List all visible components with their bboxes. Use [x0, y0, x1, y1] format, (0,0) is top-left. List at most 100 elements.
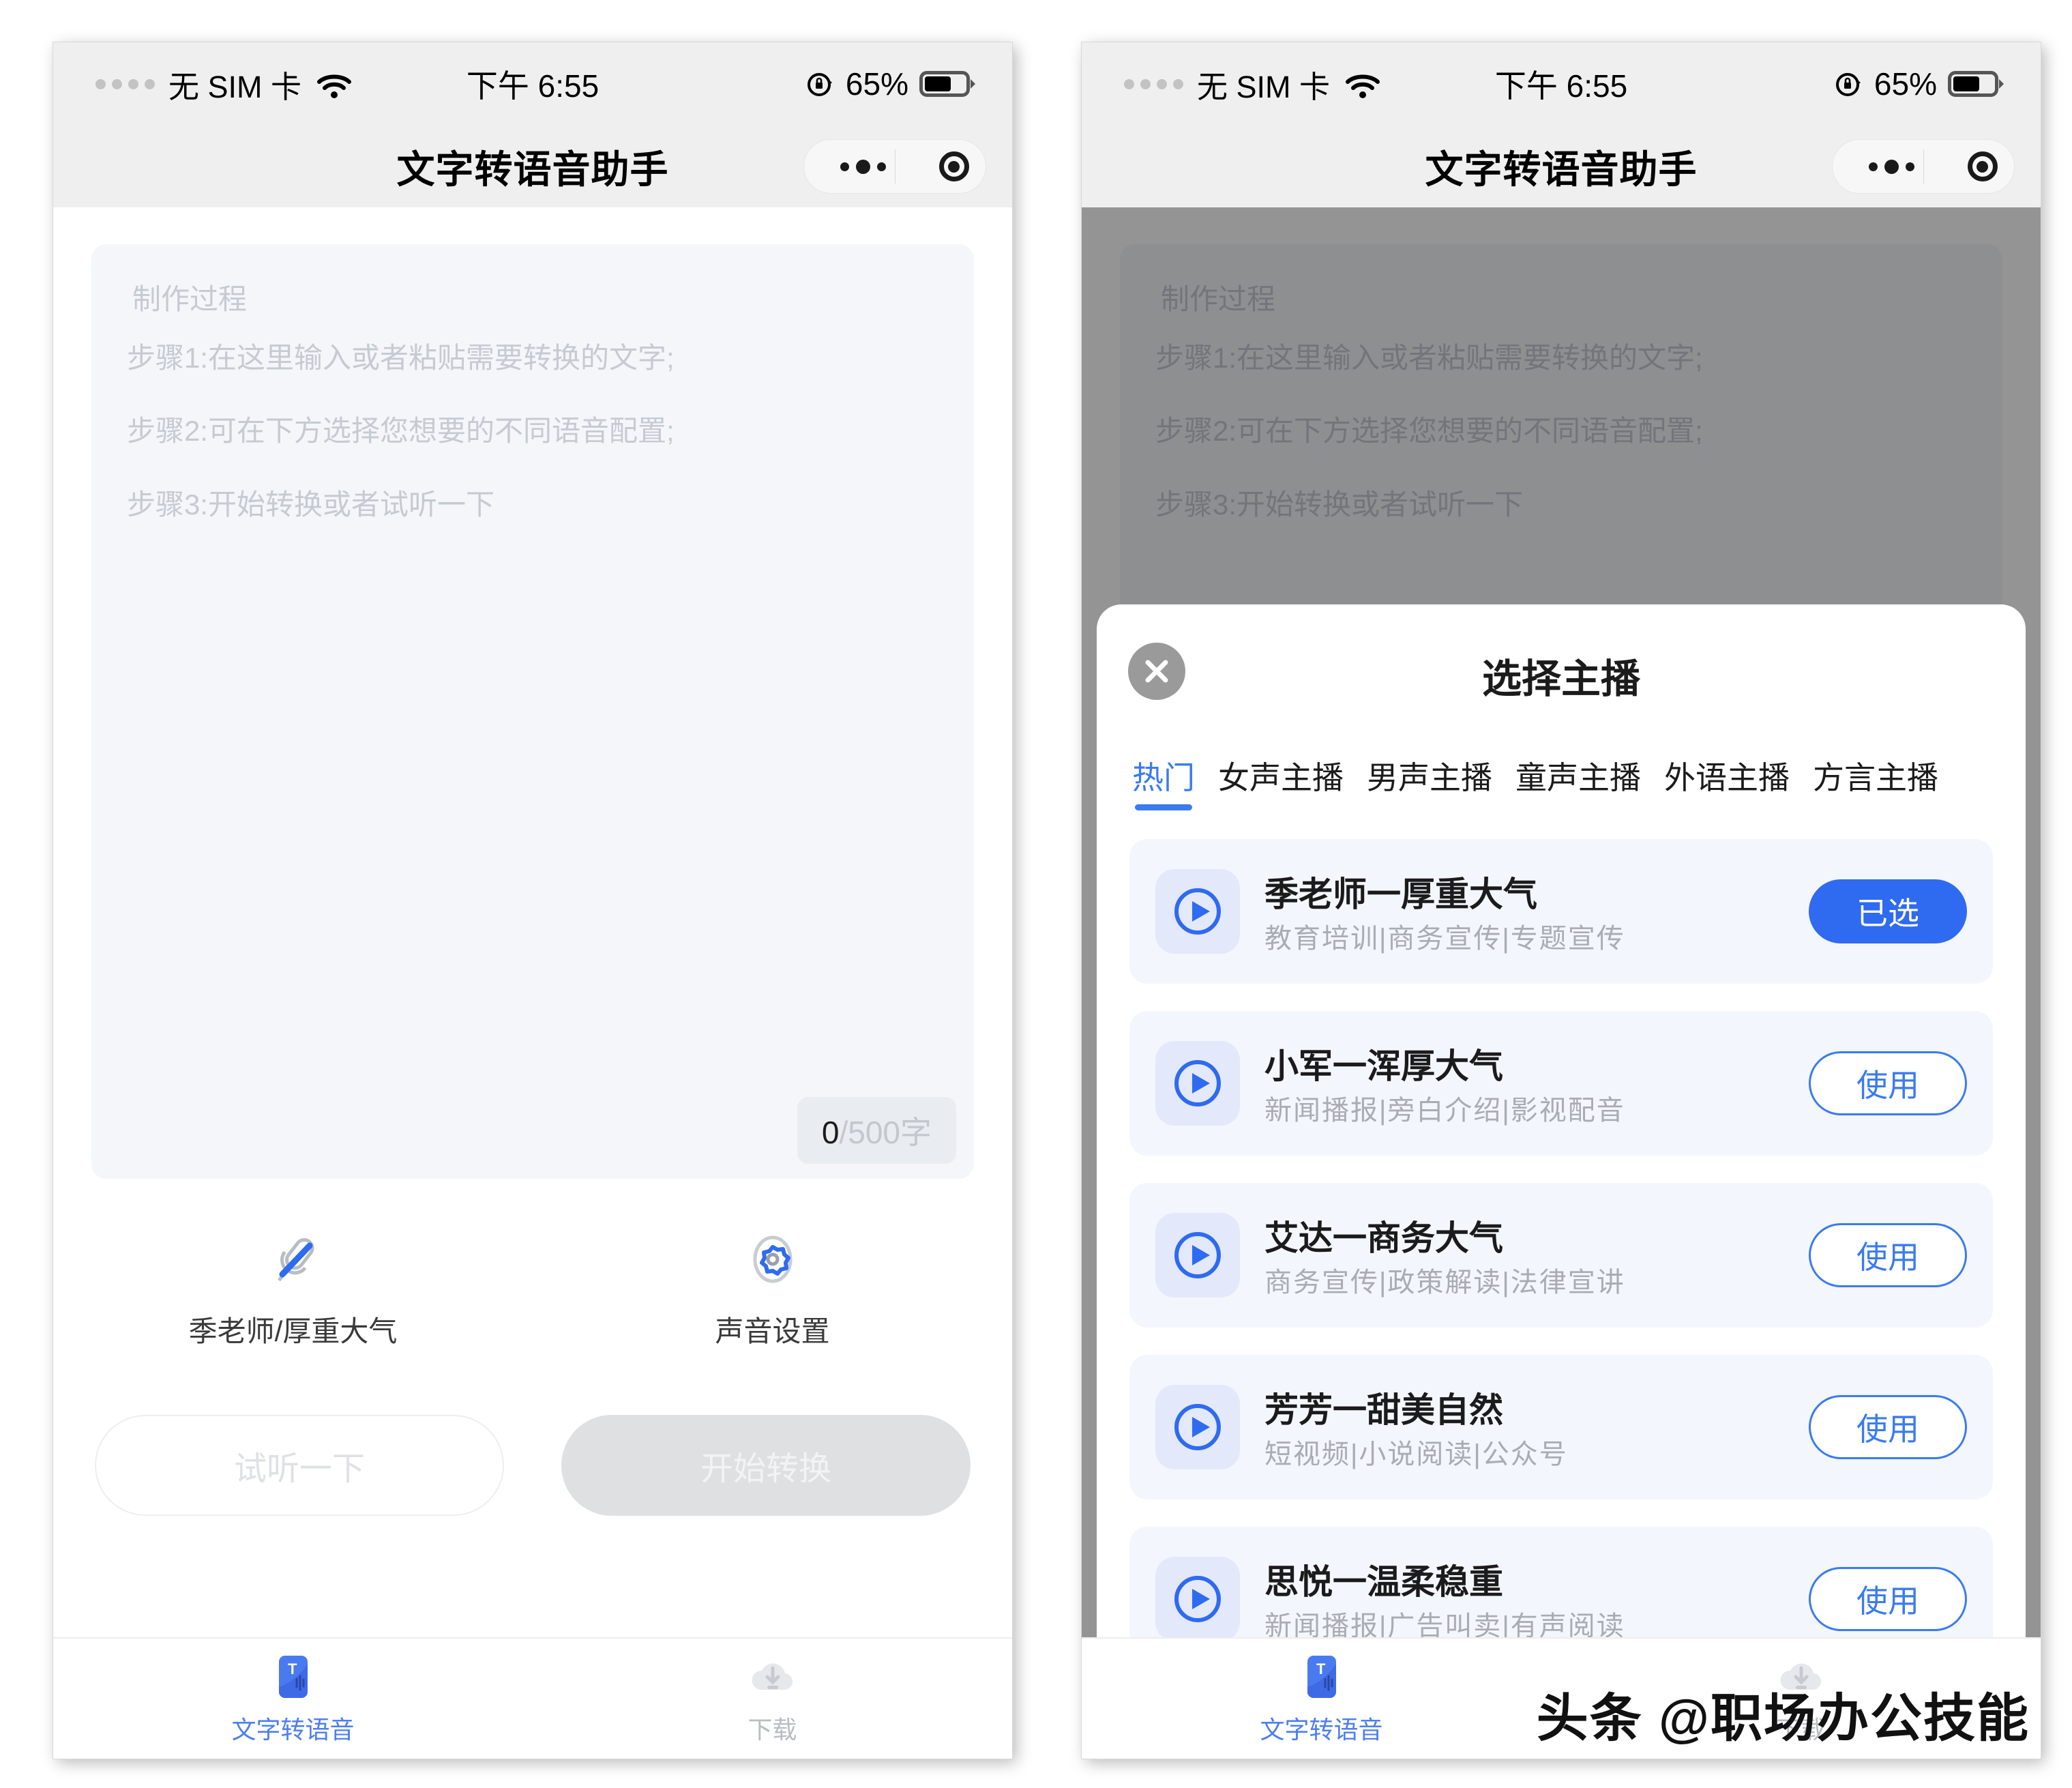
svg-text:T: T — [288, 1660, 297, 1677]
text-input-area[interactable]: 制作过程 步骤1:在这里输入或者粘贴需要转换的文字; 步骤2:可在下方选择您想要… — [91, 244, 974, 1179]
gear-icon — [741, 1231, 804, 1293]
target-icon[interactable] — [1967, 151, 1998, 181]
voice-text-block: 芳芳一甜美自然 短视频|小说阅读|公众号 — [1264, 1383, 1809, 1471]
tab-foreign[interactable]: 外语主播 — [1664, 753, 1790, 816]
tab-hot[interactable]: 热门 — [1132, 753, 1195, 816]
voice-action-button[interactable]: 使用 — [1809, 1223, 1967, 1287]
capsule-divider — [1923, 149, 1924, 184]
signal-dots-icon — [1124, 78, 1183, 89]
status-bar-left: 无 SIM 卡 下午 6:55 65% — [53, 42, 1012, 126]
ellipsis-icon[interactable] — [821, 159, 906, 174]
voice-action-button[interactable]: 使用 — [1809, 1567, 1967, 1631]
download-cloud-icon — [748, 1652, 798, 1702]
play-circle-icon[interactable] — [1155, 869, 1240, 954]
tab-text-to-speech[interactable]: T 文字转语音 — [1082, 1652, 1561, 1746]
status-right-group-right: 65% — [1835, 65, 1998, 102]
sheet-title: 选择主播 — [1481, 657, 1640, 701]
carrier-label: 无 SIM 卡 — [168, 69, 302, 104]
signal-dots-icon — [95, 78, 155, 89]
phone-right: 无 SIM 卡 下午 6:55 65% 文字转语音助手 制作过程 步骤1:在这里… — [1082, 42, 2041, 1759]
voice-action-button[interactable]: 已选 — [1809, 879, 1967, 943]
watermark: 头条 @职场办公技能 — [1536, 1690, 2030, 1748]
mini-program-capsule[interactable] — [803, 139, 986, 194]
voice-name: 艾达一商务大气 — [1264, 1219, 1503, 1257]
tab-female[interactable]: 女声主播 — [1218, 753, 1344, 816]
app-body-right: 制作过程 步骤1:在这里输入或者粘贴需要转换的文字; 步骤2:可在下方选择您想要… — [1082, 207, 2041, 1759]
voice-list[interactable]: 季老师一厚重大气 教育培训|商务宣传|专题宣传 已选 小军一浑厚大气 新闻播报|… — [1097, 816, 2026, 1637]
battery-icon — [1948, 71, 1998, 97]
voice-tags: 新闻播报|旁白介绍|影视配音 — [1264, 1096, 1625, 1126]
voice-text-block: 小军一浑厚大气 新闻播报|旁白介绍|影视配音 — [1264, 1039, 1809, 1128]
play-circle-icon[interactable] — [1155, 1385, 1240, 1469]
action-row: 试听一下 开始转换 — [53, 1415, 1012, 1516]
voice-text-block: 艾达一商务大气 商务宣传|政策解读|法律宣讲 — [1264, 1211, 1809, 1300]
status-bar-right: 无 SIM 卡 下午 6:55 65% — [1082, 42, 2041, 126]
nav-bar-left: 文字转语音助手 — [53, 126, 1012, 207]
voice-tags: 新闻播报|广告叫卖|有声阅读 — [1264, 1611, 1625, 1637]
mini-program-capsule[interactable] — [1832, 139, 2015, 194]
voice-tags: 商务宣传|政策解读|法律宣讲 — [1264, 1267, 1625, 1298]
screenshot-stage: 无 SIM 卡 下午 6:55 65% 文字转语音助手 制作过程 步骤1:在这里… — [0, 0, 2072, 1788]
battery-icon — [919, 71, 970, 97]
phone-left: 无 SIM 卡 下午 6:55 65% 文字转语音助手 制作过程 步骤1:在这里… — [53, 42, 1012, 1759]
list-item[interactable]: 小军一浑厚大气 新闻播报|旁白介绍|影视配音 使用 — [1129, 1011, 1993, 1156]
tab-child[interactable]: 童声主播 — [1515, 753, 1641, 816]
tab-bar-left: T 文字转语音 下载 — [53, 1637, 1012, 1759]
convert-button[interactable]: 开始转换 — [561, 1415, 971, 1516]
status-right-group: 65% — [806, 65, 970, 102]
tab-text-to-speech-label: 文字转语音 — [1260, 1716, 1383, 1744]
tab-dialect[interactable]: 方言主播 — [1813, 753, 1938, 816]
voice-picker-button[interactable]: 季老师/厚重大气 — [53, 1231, 533, 1350]
tab-text-to-speech[interactable]: T 文字转语音 — [53, 1652, 533, 1746]
battery-percent-label: 65% — [845, 66, 908, 102]
rotation-lock-icon — [1835, 70, 1863, 98]
character-counter: 0/500字 — [797, 1097, 956, 1164]
capsule-divider — [895, 149, 896, 184]
voice-name: 季老师一厚重大气 — [1264, 875, 1537, 913]
placeholder-step-3: 步骤3:开始转换或者试听一下 — [127, 488, 495, 521]
tab-download-label: 下载 — [748, 1716, 797, 1744]
control-row: 季老师/厚重大气 声音设置 — [53, 1231, 1012, 1350]
voice-category-tabs: 热门 女声主播 男声主播 童声主播 外语主播 方言主播 — [1097, 734, 2026, 816]
play-circle-icon[interactable] — [1155, 1041, 1240, 1126]
wifi-icon — [1345, 70, 1380, 98]
voice-picker-sheet: 选择主播 热门 女声主播 男声主播 童声主播 外语主播 方言主播 季老师一厚重大… — [1097, 604, 2026, 1637]
play-circle-icon[interactable] — [1155, 1557, 1240, 1637]
placeholder-step-2: 步骤2:可在下方选择您想要的不同语音配置; — [127, 415, 675, 448]
text-to-speech-icon: T — [1297, 1652, 1347, 1702]
list-item[interactable]: 季老师一厚重大气 教育培训|商务宣传|专题宣传 已选 — [1129, 839, 1993, 984]
tab-download[interactable]: 下载 — [533, 1652, 1012, 1746]
text-to-speech-icon: T — [268, 1652, 319, 1702]
voice-name: 小军一浑厚大气 — [1264, 1047, 1503, 1085]
tab-male[interactable]: 男声主播 — [1367, 753, 1492, 816]
counter-current: 0 — [821, 1115, 840, 1150]
rotation-lock-icon — [806, 70, 835, 98]
voice-action-button[interactable]: 使用 — [1809, 1051, 1967, 1115]
microphone-icon — [262, 1231, 325, 1293]
sheet-header: 选择主播 — [1097, 604, 2026, 734]
placeholder-step-1: 步骤1:在这里输入或者粘贴需要转换的文字; — [127, 341, 675, 374]
play-circle-icon[interactable] — [1155, 1213, 1240, 1298]
voice-text-block: 思悦一温柔稳重 新闻播报|广告叫卖|有声阅读 — [1264, 1555, 1809, 1637]
svg-text:T: T — [1316, 1660, 1326, 1677]
voice-tags: 教育培训|商务宣传|专题宣传 — [1264, 924, 1625, 954]
placeholder-title: 制作过程 — [132, 283, 248, 315]
list-item[interactable]: 芳芳一甜美自然 短视频|小说阅读|公众号 使用 — [1129, 1355, 1993, 1499]
battery-percent-label: 65% — [1874, 66, 1937, 102]
preview-button[interactable]: 试听一下 — [95, 1415, 504, 1516]
voice-tags: 短视频|小说阅读|公众号 — [1264, 1439, 1568, 1469]
nav-bar-right: 文字转语音助手 — [1082, 126, 2041, 207]
voice-name: 思悦一温柔稳重 — [1264, 1563, 1503, 1601]
status-left-group-right: 无 SIM 卡 — [1124, 62, 1380, 106]
target-icon[interactable] — [938, 151, 969, 181]
ellipsis-icon[interactable] — [1850, 159, 1934, 174]
voice-name: 芳芳一甜美自然 — [1264, 1391, 1503, 1429]
voice-action-button[interactable]: 使用 — [1809, 1395, 1967, 1459]
list-item[interactable]: 思悦一温柔稳重 新闻播报|广告叫卖|有声阅读 使用 — [1129, 1527, 1993, 1637]
list-item[interactable]: 艾达一商务大气 商务宣传|政策解读|法律宣讲 使用 — [1129, 1183, 1993, 1328]
voice-settings-label: 声音设置 — [715, 1315, 830, 1347]
voice-picker-label: 季老师/厚重大气 — [188, 1315, 398, 1347]
voice-settings-button[interactable]: 声音设置 — [533, 1231, 1012, 1350]
counter-limit: /500字 — [839, 1115, 932, 1150]
status-left-group: 无 SIM 卡 — [95, 62, 352, 106]
